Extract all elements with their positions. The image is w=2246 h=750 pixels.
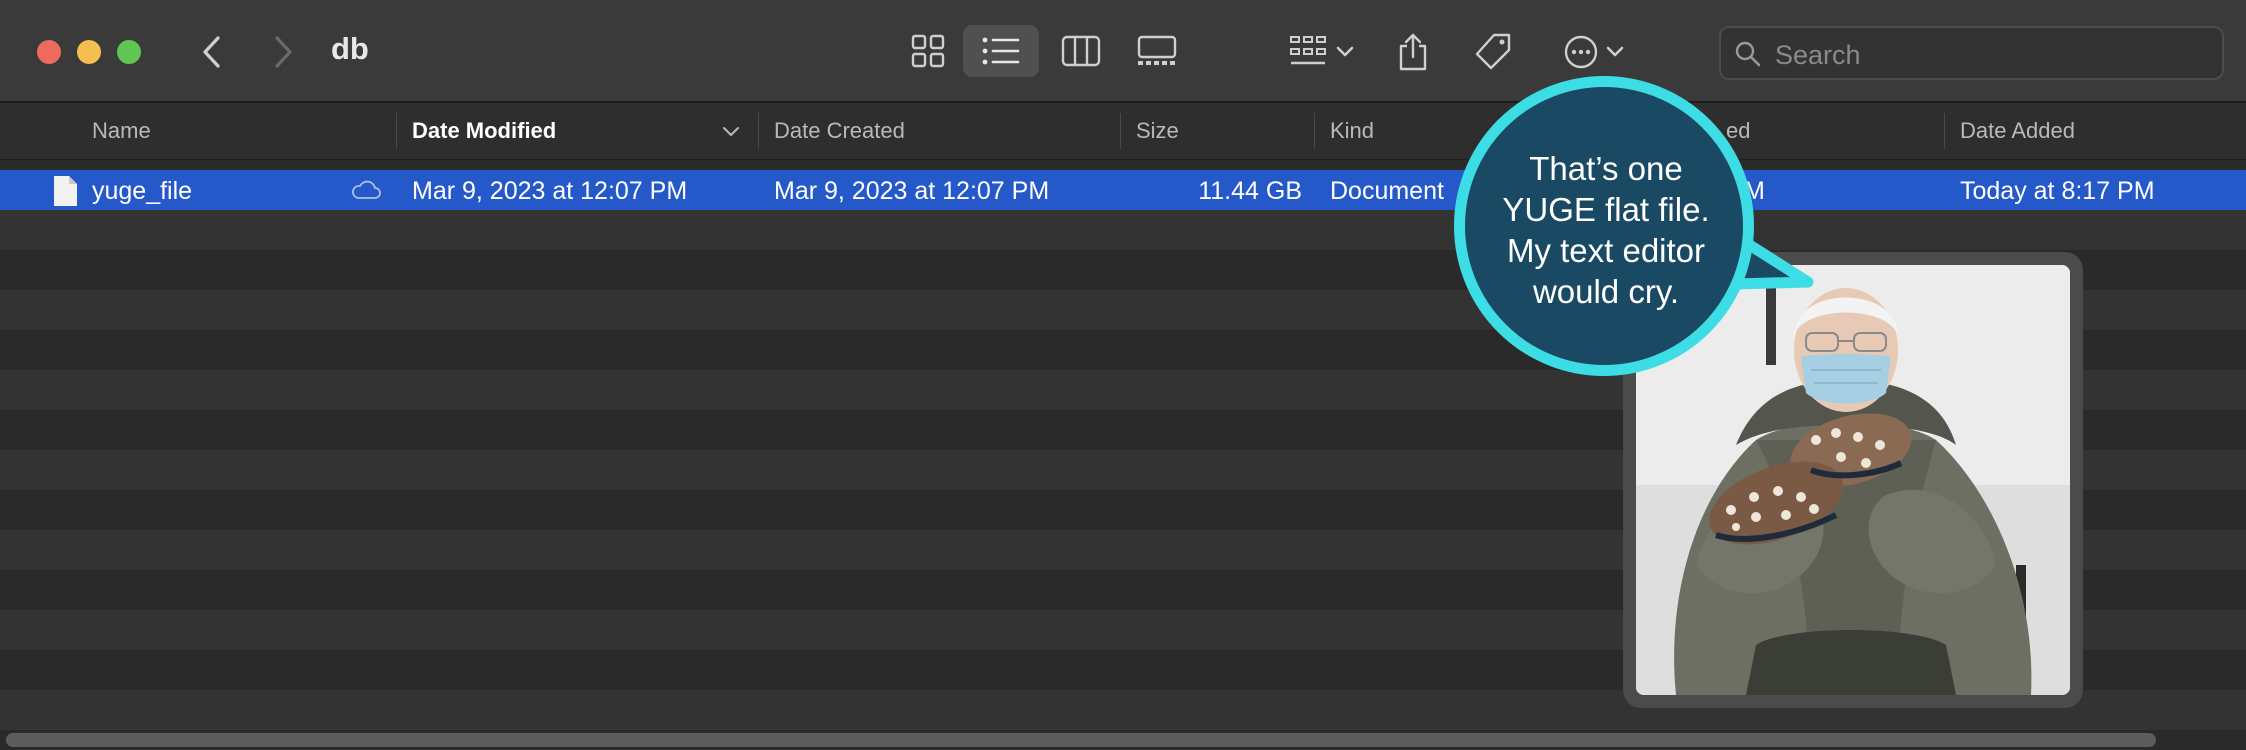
table-row[interactable]: yuge_file Mar 9, 2023 at 12:07 PM Mar 9,… <box>0 170 2246 210</box>
caption-line: My text editor <box>1506 232 1706 269</box>
list-view-button[interactable] <box>963 25 1039 77</box>
speech-bubble-text: That’s one YUGE flat file. My text edito… <box>1476 148 1736 312</box>
file-name[interactable]: yuge_file <box>92 177 192 206</box>
column-header-date-created[interactable]: Date Created <box>774 118 905 144</box>
column-header-name[interactable]: Name <box>92 118 151 144</box>
icon-view-button[interactable] <box>890 25 966 77</box>
action-menu-button[interactable] <box>1558 28 1630 76</box>
gallery-icon <box>1137 35 1177 65</box>
column-header-bar: Name Date Modified Date Created Size Kin… <box>0 103 2246 160</box>
columns-icon <box>1061 35 1101 67</box>
column-divider[interactable] <box>1314 113 1315 149</box>
caption-line: YUGE flat file. <box>1502 191 1710 228</box>
tags-button[interactable] <box>1470 28 1516 76</box>
forward-button[interactable] <box>259 28 307 76</box>
finder-window: db Search Name Date Modified Date Create… <box>0 0 2246 750</box>
chevron-down-icon <box>1336 46 1354 57</box>
date-modified-value: Mar 9, 2023 at 12:07 PM <box>412 177 688 205</box>
scrollbar-thumb[interactable] <box>6 733 2156 747</box>
tag-icon <box>1475 33 1511 70</box>
ellipsis-circle-icon <box>1564 35 1598 69</box>
share-icon <box>1399 33 1427 71</box>
column-header-size[interactable]: Size <box>1136 118 1179 144</box>
chevron-left-icon <box>203 36 220 68</box>
column-divider[interactable] <box>1944 113 1945 149</box>
column-divider[interactable] <box>758 113 759 149</box>
minimize-window-button[interactable] <box>77 40 101 64</box>
zoom-window-button[interactable] <box>117 40 141 64</box>
group-by-button[interactable] <box>1284 28 1360 76</box>
kind-value: Document <box>1330 177 1444 205</box>
search-field[interactable] <box>1719 26 2224 80</box>
search-input[interactable] <box>1773 36 2207 74</box>
search-icon <box>1735 41 1761 67</box>
icloud-icon <box>352 180 381 199</box>
horizontal-scrollbar[interactable] <box>0 730 2246 750</box>
size-value: 11.44 GB <box>1198 177 1302 205</box>
window-title: db <box>331 31 369 66</box>
list-icon <box>982 37 1020 65</box>
toolbar: db <box>0 0 2246 103</box>
column-header-date-last-opened[interactable]: ed <box>1726 118 1750 144</box>
chevron-right-icon <box>275 36 292 68</box>
column-header-date-modified[interactable]: Date Modified <box>412 118 556 144</box>
date-added-value: Today at 8:17 PM <box>1960 177 2155 205</box>
close-window-button[interactable] <box>37 40 61 64</box>
group-icon <box>1290 36 1326 65</box>
chevron-down-icon <box>1606 46 1624 57</box>
column-divider[interactable] <box>1120 113 1121 149</box>
empty-row <box>0 210 2246 250</box>
column-header-date-added[interactable]: Date Added <box>1960 118 2075 144</box>
column-header-kind[interactable]: Kind <box>1330 118 1374 144</box>
date-created-value: Mar 9, 2023 at 12:07 PM <box>774 177 1050 205</box>
caption-line: That’s one <box>1529 150 1683 187</box>
sort-descending-icon <box>723 127 739 136</box>
share-button[interactable] <box>1393 28 1433 76</box>
document-icon <box>54 176 77 206</box>
column-divider[interactable] <box>396 113 397 149</box>
column-view-button[interactable] <box>1043 25 1119 77</box>
gallery-view-button[interactable] <box>1119 25 1195 77</box>
back-button[interactable] <box>188 28 236 76</box>
grid-icon <box>911 34 945 68</box>
caption-line: would cry. <box>1532 273 1680 310</box>
